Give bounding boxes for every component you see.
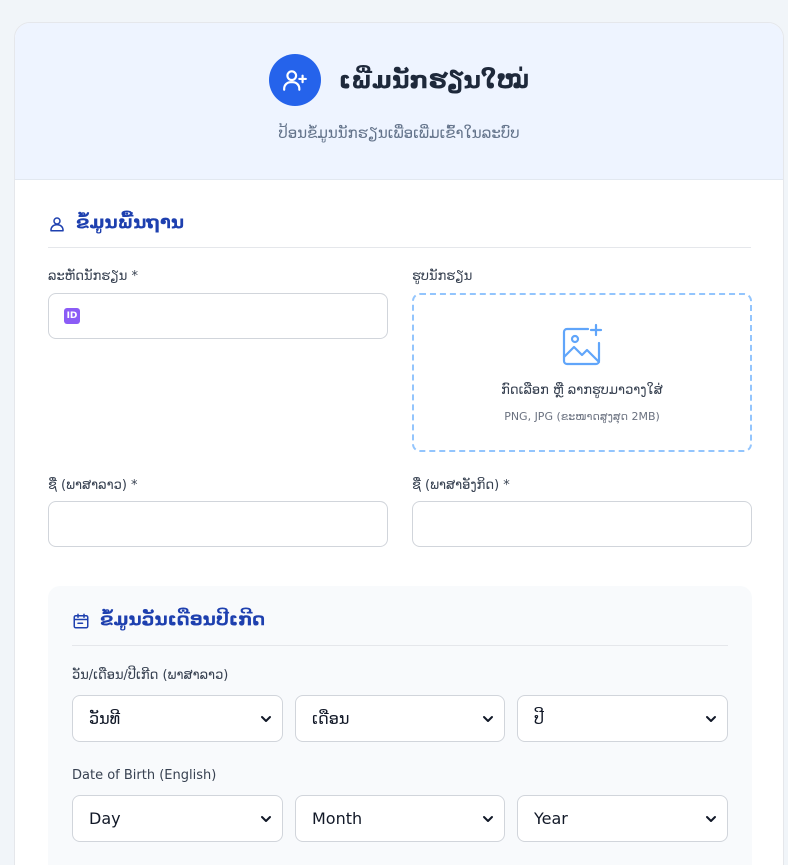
photo-dropzone[interactable]: ກົດເລືອກ ຫຼື ລາກຮູບມາວາງໃສ່ PNG, JPG (ຂະ… bbox=[412, 293, 752, 452]
page-subtitle: ປ້ອນຂໍ້ມູນນັກຮຽນເພື່ອເພີ່ມເຂົ້າໃນລະບົບ bbox=[278, 124, 520, 142]
dob-en-day-value: Day bbox=[89, 809, 121, 828]
basic-info-section-header: ຂໍ້ມູນພື້ນຖານ bbox=[48, 211, 751, 248]
dob-en-label: Date of Birth (English) bbox=[72, 768, 217, 783]
dob-lao-month-value: ເດືອນ bbox=[312, 709, 350, 728]
user-plus-icon bbox=[268, 54, 321, 106]
dob-en-day-select[interactable]: Day bbox=[72, 795, 283, 842]
dob-lao-label: ວັນ/ເດືອນ/ປີເກີດ (ພາສາລາວ) bbox=[72, 668, 229, 683]
dob-en-month-select[interactable]: Month bbox=[295, 795, 505, 842]
page-title: ເພີ່ມນັກຮຽນໃໝ່ bbox=[338, 66, 530, 94]
add-student-card: ເພີ່ມນັກຮຽນໃໝ່ ປ້ອນຂໍ້ມູນນັກຮຽນເພື່ອເພີ່… bbox=[14, 22, 784, 865]
dob-title: ຂໍ້ມູນວັນເດືອນປີເກີດ bbox=[100, 609, 266, 630]
photo-drop-text: ກົດເລືອກ ຫຼື ລາກຮູບມາວາງໃສ່ bbox=[501, 383, 663, 398]
chevron-down-icon bbox=[261, 816, 271, 822]
chevron-down-icon bbox=[706, 716, 716, 722]
name-en-input[interactable] bbox=[412, 501, 752, 547]
chevron-down-icon bbox=[706, 816, 716, 822]
student-id-input[interactable]: ID bbox=[48, 293, 388, 339]
image-add-icon bbox=[562, 323, 603, 366]
dob-en-year-value: Year bbox=[534, 809, 568, 828]
dob-lao-year-value: ປີ bbox=[534, 709, 544, 728]
calendar-icon bbox=[73, 613, 89, 629]
form-header: ເພີ່ມນັກຮຽນໃໝ່ ປ້ອນຂໍ້ມູນນັກຮຽນເພື່ອເພີ່… bbox=[15, 23, 783, 180]
name-en-label: ຊື່ (ພາສາອັງກິດ) * bbox=[412, 478, 510, 493]
basic-info-title: ຂໍ້ມູນພື້ນຖານ bbox=[76, 212, 184, 233]
photo-label: ຮູບນັກຮຽນ bbox=[412, 269, 473, 284]
user-icon bbox=[50, 217, 64, 232]
dob-en-month-value: Month bbox=[312, 809, 363, 828]
id-badge-icon: ID bbox=[64, 308, 80, 324]
dob-lao-year-select[interactable]: ປີ bbox=[517, 695, 728, 742]
photo-drop-hint: PNG, JPG (ຂະໜາດສູງສຸດ 2MB) bbox=[504, 410, 660, 423]
dob-en-year-select[interactable]: Year bbox=[517, 795, 728, 842]
dob-section: ຂໍ້ມູນວັນເດືອນປີເກີດ ວັນ/ເດືອນ/ປີເກີດ (ພ… bbox=[48, 586, 752, 865]
dob-lao-day-value: ວັນທີ bbox=[89, 709, 121, 728]
name-lao-input[interactable] bbox=[48, 501, 388, 547]
dob-section-header: ຂໍ້ມູນວັນເດືອນປີເກີດ bbox=[72, 608, 728, 646]
header-title-row: ເພີ່ມນັກຮຽນໃໝ່ bbox=[15, 54, 783, 106]
chevron-down-icon bbox=[261, 716, 271, 722]
student-id-label: ລະຫັດນັກຮຽນ * bbox=[48, 269, 138, 284]
chevron-down-icon bbox=[483, 716, 493, 722]
chevron-down-icon bbox=[483, 816, 493, 822]
dob-lao-day-select[interactable]: ວັນທີ bbox=[72, 695, 283, 742]
dob-lao-month-select[interactable]: ເດືອນ bbox=[295, 695, 505, 742]
name-lao-label: ຊື່ (ພາສາລາວ) * bbox=[48, 478, 138, 493]
